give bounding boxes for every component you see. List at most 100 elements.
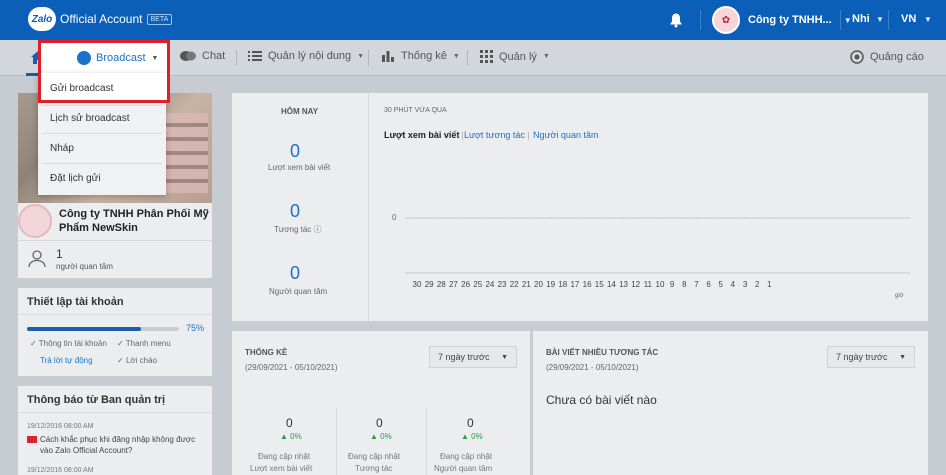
x-tick-label: 14 [606, 280, 616, 289]
chevron-down-icon: ▼ [151, 54, 159, 62]
x-tick-label: 22 [509, 280, 519, 289]
dropdown-item-send-broadcast[interactable]: Gửi broadcast [50, 83, 113, 94]
nav-ads-label: Quảng cáo [870, 51, 924, 63]
top-posts-date-range: (29/09/2021 - 05/10/2021) [546, 363, 639, 372]
x-axis-unit: giờ [895, 293, 904, 299]
x-tick-label: 6 [706, 280, 711, 289]
nav-broadcast[interactable]: Broadcast ▼ [38, 40, 170, 76]
today-title: HÔM NAY [281, 107, 319, 116]
setup-item-menu[interactable]: ✓ Thanh menu [117, 339, 171, 348]
setup-item-auto-reply[interactable]: Trả lời tự động [40, 356, 93, 365]
x-tick-label: 24 [485, 280, 495, 289]
metric-interactions-change: ▲ 0% [370, 432, 392, 441]
zalo-logo-badge: Zalo [28, 7, 56, 31]
beta-badge: BETA [146, 13, 173, 25]
nav-chat[interactable]: Chat [180, 50, 225, 62]
top-posts-title: BÀI VIẾT NHIỀU TƯƠNG TÁC [546, 348, 659, 357]
setup-progress-bar [27, 327, 179, 331]
grid-icon [480, 50, 493, 63]
chevron-down-icon: ▼ [452, 52, 460, 60]
company-name[interactable]: Công ty TNHH Phân Phối Mỹ Phẩm NewSkin [59, 207, 209, 235]
x-tick-label: 13 [619, 280, 628, 289]
dropdown-item-schedule[interactable]: Đặt lịch gửi [50, 173, 101, 184]
notices-title: Thông báo từ Ban quản trị [27, 394, 166, 406]
follower-label: người quan tâm [56, 262, 113, 271]
chart-point [744, 217, 746, 219]
x-tick-label: 12 [631, 280, 641, 289]
chart-point [768, 217, 771, 219]
nav-manage-label: Quản lý [499, 50, 537, 63]
setup-item-greeting[interactable]: ✓ Lời chào [117, 356, 157, 365]
nav-manage[interactable]: Quản lý ▼ [480, 50, 550, 63]
nav-content[interactable]: Quản lý nội dung ▼ [248, 50, 364, 62]
metric-interactions-label: Tương tác [355, 464, 393, 473]
notice-link[interactable]: Cách khắc phục khi đăng nhập không được … [40, 434, 200, 456]
chart-tab-views[interactable]: Lượt xem bài viết [384, 130, 459, 140]
info-icon[interactable]: ⓘ [314, 225, 322, 234]
bar-chart-icon [381, 50, 395, 62]
metric-interactions-value: 0 [376, 416, 383, 430]
zalo-logo[interactable]: Zalo Official Account BETA [28, 7, 173, 31]
user-icon [28, 250, 46, 268]
nav-stats[interactable]: Thống kê ▼ [381, 50, 460, 62]
chevron-down-icon: ▼ [924, 15, 932, 24]
list-icon [248, 51, 262, 61]
x-tick-label: 26 [461, 280, 471, 289]
metric-followers-change: ▲ 0% [461, 432, 483, 441]
account-name: Công ty TNHH... [748, 14, 832, 26]
x-tick-label: 19 [546, 280, 556, 289]
x-tick-label: 11 [643, 280, 652, 289]
chart-point [452, 217, 455, 219]
setup-item-account-info[interactable]: ✓ Thông tin tài khoản [30, 339, 107, 348]
metric-views-value: 0 [286, 416, 293, 430]
x-tick-label: 28 [436, 280, 446, 289]
x-tick-label: 29 [424, 280, 434, 289]
x-tick-label: 1 [767, 280, 772, 289]
chart-point [574, 217, 576, 219]
chart-point [537, 217, 540, 219]
language-menu[interactable]: VN [901, 13, 916, 25]
divider [42, 105, 162, 106]
metric-followers-label: Người quan tâm [434, 464, 493, 473]
x-tick-label: 16 [582, 280, 592, 289]
stats-title: THỐNG KÊ [245, 348, 288, 357]
chart-tab-interactions[interactable]: Lượt tương tác [464, 130, 525, 140]
dropdown-item-history[interactable]: Lịch sử broadcast [50, 113, 130, 124]
x-tick-label: 2 [754, 280, 760, 289]
x-tick-label: 18 [558, 280, 568, 289]
setup-progress-percent: 75% [186, 323, 205, 333]
chart-point [501, 217, 503, 219]
chart-point [562, 217, 564, 219]
chat-icon [180, 50, 196, 62]
chevron-down-icon: ▼ [876, 15, 884, 24]
notification-bell-icon[interactable] [668, 12, 684, 28]
topbar-divider [840, 10, 841, 30]
chart-tab-followers[interactable]: Người quan tâm [533, 130, 598, 140]
divider [336, 408, 337, 475]
stats-date-range: (29/09/2021 - 05/10/2021) [245, 363, 338, 372]
y-axis-zero-label: 0 [392, 213, 397, 222]
metric-views-label: Lượt xem bài viết [250, 464, 313, 473]
divider [42, 133, 162, 134]
divider [426, 408, 427, 475]
x-tick-label: 17 [570, 280, 580, 289]
user-menu[interactable]: Nhi [852, 13, 870, 25]
x-tick-label: 30 [412, 280, 422, 289]
top-bar: Zalo Official Account BETA ✿ Công ty TNH… [0, 0, 946, 40]
activity-line-chart [405, 217, 910, 274]
stats-range-select[interactable]: 7 ngày trước ▼ [429, 346, 517, 368]
x-tick-label: 27 [448, 280, 458, 289]
chevron-down-icon: ▼ [899, 353, 906, 361]
setup-item-label: Lời chào [125, 356, 157, 365]
account-switcher[interactable]: ✿ Công ty TNHH... ▼ [712, 6, 852, 34]
today-followers-value: 0 [290, 263, 301, 283]
profile-avatar[interactable] [18, 204, 52, 238]
top-posts-range-select[interactable]: 7 ngày trước ▼ [827, 346, 915, 368]
nav-ads[interactable]: Quảng cáo [850, 50, 924, 64]
chart-point [647, 217, 649, 219]
chart-point [707, 217, 710, 219]
dropdown-item-drafts[interactable]: Nháp [50, 143, 74, 154]
chart-point [464, 217, 467, 219]
account-avatar: ✿ [712, 6, 740, 34]
divider [18, 240, 212, 241]
